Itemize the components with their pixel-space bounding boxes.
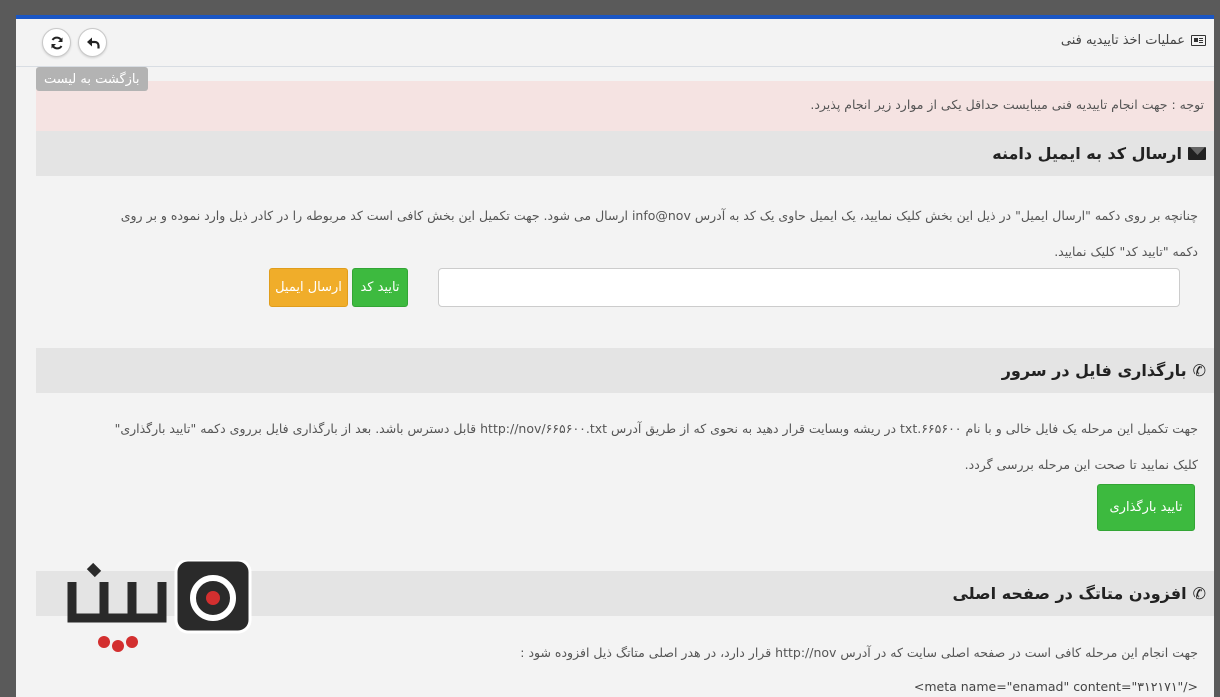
metatag-section-title: افزودن متاتگ در صفحه اصلی [952,584,1187,603]
verification-code-input[interactable] [438,268,1180,307]
confirm-upload-button[interactable]: تایید بارگذاری [1097,484,1195,531]
back-tooltip: بازگشت به لیست [36,67,148,91]
panel-header: عملیات اخذ تاییدیه فنی [16,19,1214,67]
send-email-button[interactable]: ارسال ایمیل [269,268,348,307]
watermark-logo [67,560,252,652]
email-instructions-line2: دکمه "تایید کد" کلیک نمایید. [1054,244,1198,259]
phone-icon: ✆ [1192,583,1206,603]
envelope-icon [1188,147,1206,160]
upload-instructions-line2: کلیک نمایید تا صحت این مرحله بررسی گردد. [964,457,1198,472]
refresh-icon [51,36,62,49]
notice-text: توجه : جهت انجام تاییدیه فنی میبایست حدا… [810,97,1204,112]
email-instructions: چنانچه بر روی دکمه "ارسال ایمیل" در ذیل … [44,198,1198,270]
reply-arrow-icon [86,37,100,48]
upload-section-title: بارگذاری فایل در سرور [1001,361,1187,380]
verify-code-button[interactable]: تایید کد [352,268,408,307]
metatag-code: <meta name="enamad" content="۳۱۲۱۷۱"/> [913,679,1198,694]
id-card-icon [1191,35,1206,46]
refresh-button[interactable] [42,28,71,57]
upload-instructions-line1: جهت تکمیل این مرحله یک فایل خالی و با نا… [114,421,1198,436]
page-title-text: عملیات اخذ تاییدیه فنی [1060,33,1185,48]
back-to-list-button[interactable] [78,28,107,57]
notice-alert: توجه : جهت انجام تاییدیه فنی میبایست حدا… [36,81,1214,131]
email-section-header: ارسال کد به ایمیل دامنه [36,131,1214,176]
email-instructions-line1: چنانچه بر روی دکمه "ارسال ایمیل" در ذیل … [120,208,1198,223]
email-section-title: ارسال کد به ایمیل دامنه [992,144,1182,163]
page-title: عملیات اخذ تاییدیه فنی [1061,33,1206,48]
phone-icon: ✆ [1192,360,1206,380]
upload-instructions: جهت تکمیل این مرحله یک فایل خالی و با نا… [44,411,1198,483]
upload-section-header: ✆ بارگذاری فایل در سرور [36,348,1214,393]
